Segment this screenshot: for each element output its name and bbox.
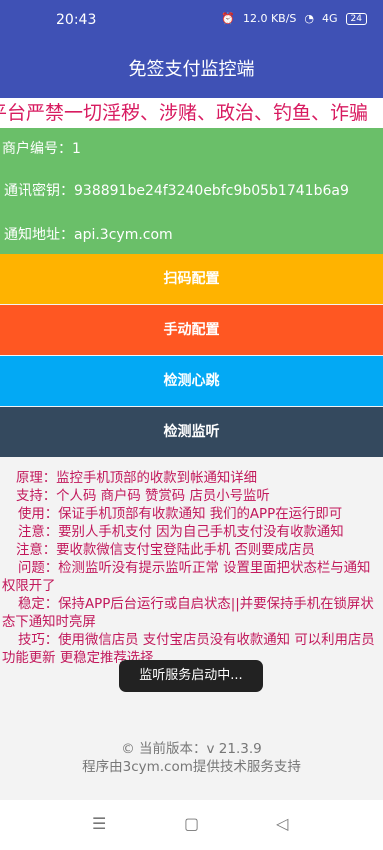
navigation-bar: ☰ ▢ ◁ (0, 800, 383, 850)
home-icon[interactable]: ▢ (184, 814, 199, 833)
monitor-button[interactable]: 检测监听 (0, 407, 383, 457)
secret-key: 通讯密钥：938891be24f3240ebfc9b05b1741b6a9 (4, 183, 349, 199)
battery-icon: 24 (345, 12, 367, 25)
alarm-icon: ⏰ (221, 12, 235, 25)
description: 原理：监控手机顶部的收款到帐通知详细 支持：个人码 商户码 赞赏码 店员小号监听… (0, 470, 383, 668)
toast: 监听服务启动中... (119, 660, 263, 692)
app-title: 免签支付监控端 (0, 42, 383, 98)
desc-line: 支持：个人码 商户码 赞赏码 店员小号监听 (16, 489, 270, 504)
support-text: 程序由3cym.com提供技术服务支持 (82, 759, 301, 775)
notice-text: 平台严禁一切淫秽、涉赌、政治、钓鱼、诈骗 (0, 102, 369, 124)
version-text: © 当前版本：v 21.3.9 (121, 741, 262, 757)
desc-line: 使用：保证手机顶部有收款通知 我们的APP在运行即可 (18, 507, 343, 522)
wifi-icon: ◔ (304, 12, 315, 25)
desc-line: 原理：监控手机顶部的收款到帐通知详细 (16, 471, 258, 486)
footer: © 当前版本：v 21.3.9 程序由3cym.com提供技术服务支持 (0, 740, 383, 776)
desc-line: 问题：检测监听没有提示监听正常 设置里面把状态栏与通知权限开了 (2, 561, 371, 594)
status-time: 20:43 (56, 12, 97, 28)
status-icons: ⏰ 12.0 KB/S ◔ 4G 24 (221, 12, 367, 25)
merchant-info-panel: 商户编号：1 通讯密钥：938891be24f3240ebfc9b05b1741… (0, 128, 383, 254)
desc-line: 稳定：保持APP后台运行或自启状态||并要保持手机在锁屏状态下通知时亮屏 (2, 597, 374, 630)
network-text: 4G (322, 12, 338, 25)
heartbeat-button[interactable]: 检测心跳 (0, 356, 383, 406)
scan-config-button[interactable]: 扫码配置 (0, 254, 383, 304)
merchant-id: 商户编号：1 (2, 141, 81, 157)
notify-url: 通知地址：api.3cym.com (4, 227, 173, 243)
status-bar: 20:43 ⏰ 12.0 KB/S ◔ 4G 24 (0, 0, 383, 42)
desc-line: 注意：要别人手机支付 因为自己手机支付没有收款通知 (18, 525, 344, 540)
desc-line: 注意：要收款微信支付宝登陆此手机 否则要成店员 (16, 543, 315, 558)
speed-text: 12.0 KB/S (242, 12, 297, 25)
menu-icon[interactable]: ☰ (92, 814, 106, 833)
back-icon[interactable]: ◁ (276, 814, 288, 833)
notice-marquee: 平台严禁一切淫秽、涉赌、政治、钓鱼、诈骗 (0, 98, 383, 128)
manual-config-button[interactable]: 手动配置 (0, 305, 383, 355)
